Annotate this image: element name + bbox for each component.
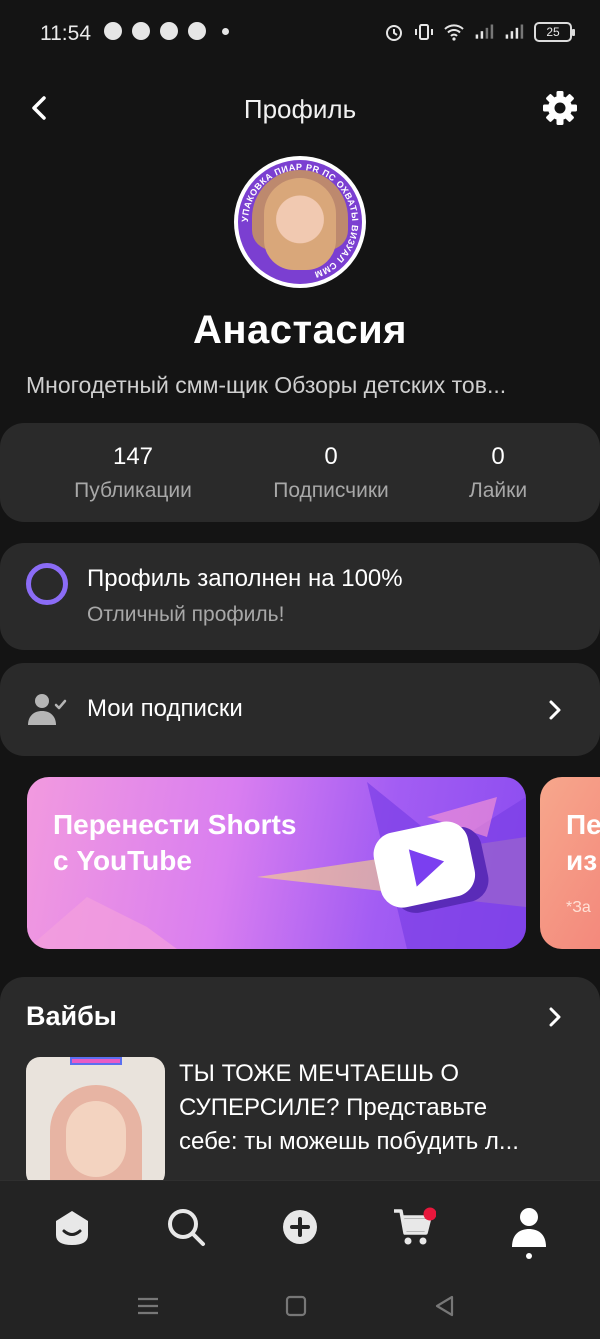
user-check-icon <box>28 694 67 725</box>
banner-text: Перенести Shorts с YouTube <box>53 809 297 876</box>
vibe-thumbnail[interactable] <box>26 1057 165 1187</box>
vibes-title[interactable]: Вайбы <box>26 1001 117 1032</box>
nav-cart-icon[interactable] <box>392 1205 436 1249</box>
alarm-icon <box>386 25 402 41</box>
system-back-icon[interactable] <box>432 1293 458 1319</box>
vibes-chevron-right-icon[interactable] <box>543 1005 567 1029</box>
user-bio[interactable]: Многодетный смм-щик Обзоры детских тов..… <box>26 372 586 399</box>
my-subscriptions-label: Мои подписки <box>87 695 243 722</box>
chevron-right-icon <box>549 700 561 720</box>
nav-profile-icon[interactable] <box>507 1205 551 1249</box>
vibe-post-text[interactable]: ТЫ ТОЖЕ МЕЧТАЕШЬ О СУПЕРСИЛЕ? Представьт… <box>179 1057 589 1159</box>
page-title: Профиль <box>243 94 357 124</box>
stat-publications[interactable]: 147 Публикации <box>62 443 204 503</box>
active-tab-indicator <box>526 1253 532 1259</box>
progress-ring-icon <box>26 563 68 605</box>
status-right: 25 <box>384 22 575 42</box>
battery-indicator: 25 <box>534 22 575 42</box>
youtube-play-icon <box>373 821 489 913</box>
signal-icon-2 <box>505 24 524 39</box>
telegram-icon <box>160 22 178 40</box>
facebook-icon <box>104 22 122 40</box>
signal-icon <box>475 24 494 39</box>
system-recent-apps-icon[interactable] <box>135 1293 161 1319</box>
stat-followers[interactable]: 0 Подписчики <box>256 443 406 503</box>
avatar[interactable]: УПАКОВКА ПИАР PR ПС ОХВАТЫ ВИЗУАЛ СММ <box>234 156 366 288</box>
stat-label: Лайки <box>468 479 528 502</box>
app-icon <box>188 22 206 40</box>
youtube-import-banner[interactable]: Перенести Shorts с YouTube <box>27 777 526 949</box>
profile-completion-card[interactable]: Профиль заполнен на 100% Отличный профил… <box>0 543 600 650</box>
user-name: Анастасия <box>192 308 408 352</box>
completion-title: Профиль заполнен на 100% <box>87 565 403 592</box>
stat-value: 147 <box>112 443 154 470</box>
stat-value: 0 <box>324 443 338 470</box>
more-notifications-dot-icon <box>222 27 229 35</box>
nav-home-icon[interactable] <box>50 1205 94 1249</box>
cart-badge <box>423 1207 436 1221</box>
completion-subtitle: Отличный профиль! <box>87 603 285 626</box>
stats-card: 147 Публикации 0 Подписчики 0 Лайки <box>0 423 600 522</box>
vibrate-icon <box>415 24 433 40</box>
nav-create-icon[interactable] <box>278 1205 322 1249</box>
notification-icons <box>104 22 229 40</box>
avatar-ring-text: УПАКОВКА ПИАР PR ПС ОХВАТЫ ВИЗУАЛ СММ <box>240 162 360 280</box>
system-home-icon[interactable] <box>283 1293 309 1319</box>
nav-search-icon[interactable] <box>164 1205 208 1249</box>
header: Профиль <box>0 68 600 148</box>
status-bar: 11:54 25 <box>0 0 600 68</box>
banner2-note: *За <box>566 899 591 916</box>
banner2-text: Пе из <box>566 809 600 876</box>
avatar-photo: УПАКОВКА ПИАР PR ПС ОХВАТЫ ВИЗУАЛ СММ <box>238 160 362 284</box>
stat-label: Подписчики <box>273 479 389 502</box>
status-time: 11:54 <box>40 22 91 45</box>
svg-text:УПАКОВКА ПИАР PR ПС ОХВАТЫ ВИЗ: УПАКОВКА ПИАР PR ПС ОХВАТЫ ВИЗУАЛ СММ <box>240 162 360 280</box>
whatsapp-icon <box>132 22 150 40</box>
stat-label: Публикации <box>74 479 192 502</box>
wifi-icon <box>444 24 464 41</box>
stat-value: 0 <box>491 443 505 470</box>
my-subscriptions-row[interactable]: Мои подписки <box>0 663 600 756</box>
settings-gear-icon[interactable] <box>540 88 580 128</box>
stat-likes[interactable]: 0 Лайки <box>448 443 548 503</box>
bottom-nav <box>0 1180 600 1339</box>
second-banner[interactable]: Пе из *За <box>540 777 600 949</box>
